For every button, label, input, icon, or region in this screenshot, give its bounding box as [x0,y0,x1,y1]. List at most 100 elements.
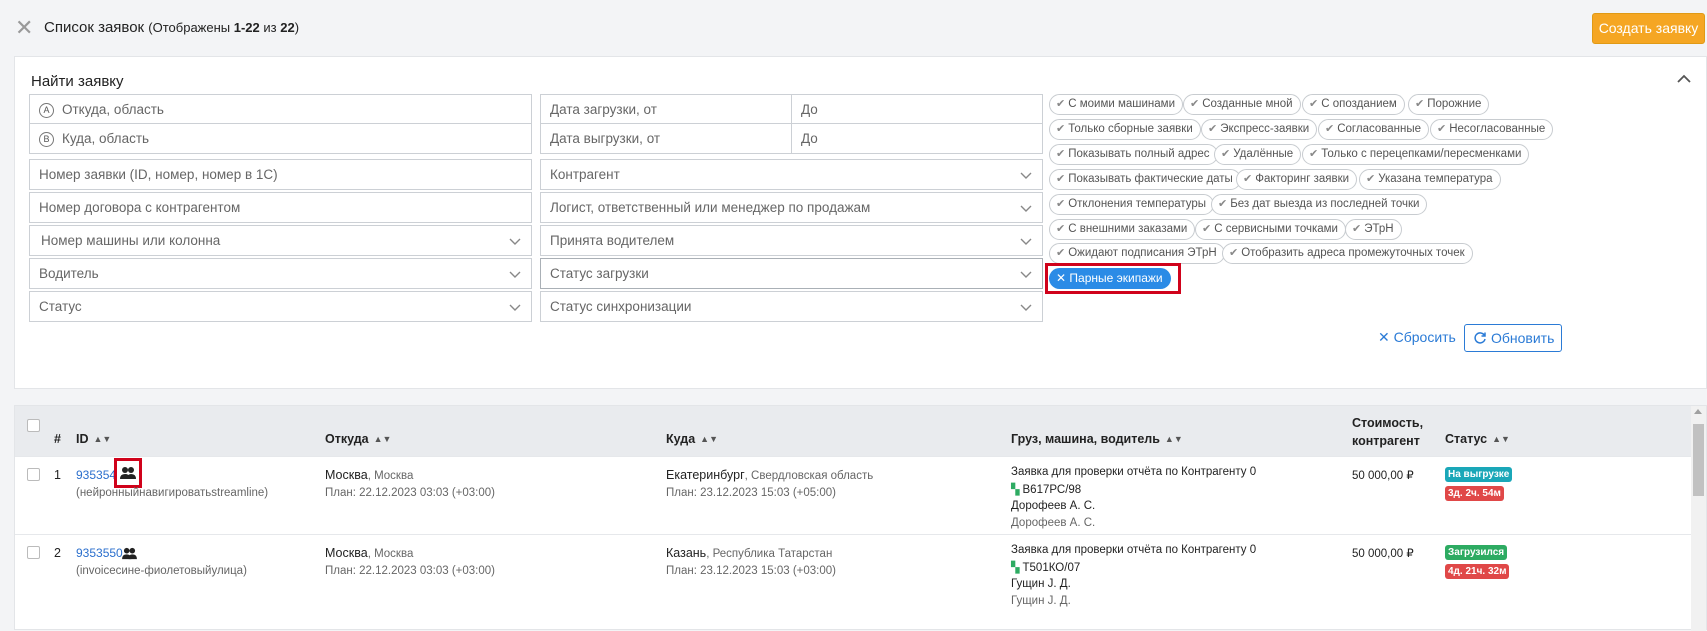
truck-icon: ▚ [1011,562,1023,574]
load-date-to-field[interactable]: До [791,94,1043,125]
order-id-link[interactable]: 9353550 [76,546,123,560]
accepted-by-driver-select[interactable]: Принята водителем [540,225,1043,256]
check-icon: ✔ [1352,223,1362,235]
col-from[interactable]: Откуда ▲▼ [325,432,391,446]
check-icon: ✔ [1056,198,1066,210]
check-icon: ✔ [1056,98,1066,110]
delay-badge: 3д. 2ч. 54м [1445,486,1504,501]
tag-full-address[interactable]: ✔ Показывать полный адрес [1049,144,1218,165]
close-icon[interactable]: ✕ [15,17,33,39]
reset-button[interactable]: ✕ Сбросить [1378,329,1456,346]
status-badge: На выгрузке [1445,467,1513,482]
from-placeholder: Откуда, область [62,102,164,117]
from-cell: Москва, Москва [325,546,414,560]
chevron-down-icon [1020,238,1032,245]
truck-icon: ▚ [1011,484,1023,496]
sync-status-select[interactable]: Статус синхронизации [540,291,1043,322]
tag-empty[interactable]: ✔ Порожние [1408,94,1490,115]
close-icon: ✕ [1056,271,1070,285]
tag-service-points[interactable]: ✔ С сервисными точками [1195,219,1346,240]
order-number-field[interactable]: Номер заявки (ID, номер, номер в 1С) [29,159,532,190]
contract-number-field[interactable]: Номер договора с контрагентом [29,192,532,223]
tag-temperature-deviation[interactable]: ✔ Отклонения температуры [1049,194,1215,215]
loading-status-label: Статус загрузки [550,266,649,281]
refresh-button[interactable]: Обновить [1464,324,1562,352]
tag-approved[interactable]: ✔ Согласованные [1318,119,1429,140]
driver-name-secondary: Гущин J. Д. [1011,595,1071,607]
tag-intermediate-addresses[interactable]: ✔ Отобразить адреса промежуточных точек [1222,243,1473,264]
chevron-up-icon[interactable] [1676,71,1692,87]
tag-awaiting-etrn[interactable]: ✔ Ожидают подписания ЭТрН [1049,243,1225,264]
sort-icon: ▲▼ [1492,434,1510,444]
col-status[interactable]: Статус ▲▼ [1445,432,1510,446]
tag-temperature[interactable]: ✔ Указана температура [1359,169,1501,190]
table-row[interactable]: 1 935354 (нейронныйнавигироватьstreamlin… [15,456,1693,541]
cargo-text: Заявка для проверки отчёта по Контрагент… [1011,544,1257,556]
load-date-from-field[interactable]: Дата загрузки, от [540,94,792,125]
col-id[interactable]: ID ▲▼ [76,432,111,446]
tag-not-approved[interactable]: ✔ Несогласованные [1430,119,1554,140]
tag-no-exit-dates[interactable]: ✔ Без дат выезда из последней точки [1211,194,1428,215]
paired-crew-icon [122,547,137,560]
tag-actual-dates[interactable]: ✔ Показывать фактические даты [1049,169,1241,190]
logist-select[interactable]: Логист, ответственный или менеджер по пр… [540,192,1043,223]
counterparty-select[interactable]: Контрагент [540,159,1043,190]
chevron-down-icon [509,238,521,245]
tag-factoring[interactable]: ✔ Факторинг заявки [1236,169,1358,190]
delay-badge: 4д. 21ч. 32м [1445,564,1510,579]
scrollbar[interactable] [1691,406,1706,631]
tag-deleted[interactable]: ✔ Удалённые [1214,144,1302,165]
vehicle-select[interactable]: Номер машины или колонна [29,225,532,256]
loading-status-select[interactable]: Статус загрузки [540,258,1043,289]
check-icon: ✔ [1309,98,1319,110]
chevron-down-icon [1020,205,1032,212]
tag-etrn[interactable]: ✔ ЭТрН [1345,219,1402,240]
cost-value: 50 000,00 ₽ [1352,470,1414,482]
select-all-checkbox[interactable] [27,419,40,432]
tag-trailer-swaps[interactable]: ✔ Только с перецепками/пересменками [1302,144,1530,165]
from-field[interactable]: A Откуда, область [29,94,532,125]
paired-crew-icon [120,467,136,479]
status-badge: Загрузился [1445,545,1508,560]
refresh-icon [1474,332,1486,344]
from-cell: Москва, Москва [325,468,414,482]
tag-express[interactable]: ✔ Экспресс-заявки [1201,119,1318,140]
page-header: ✕ Список заявок (Отображены 1-22 из 22) … [0,0,1707,56]
unload-date-from-field[interactable]: Дата выгрузки, от [540,123,792,154]
close-icon: ✕ [1378,329,1394,345]
order-id-link[interactable]: 935354 [76,468,116,482]
row-checkbox[interactable] [27,468,40,481]
tag-my-vehicles[interactable]: ✔ С моими машинами [1049,94,1183,115]
driver-select[interactable]: Водитель [29,258,532,289]
unload-date-to-field[interactable]: До [791,123,1043,154]
sort-icon: ▲▼ [700,434,718,444]
tag-created-by-me[interactable]: ✔ Созданные мной [1183,94,1301,115]
to-field[interactable]: B Куда, область [29,123,532,154]
order-subtitle: (invoiceсине-фиолетовыйулица) [76,565,247,577]
scroll-up-icon[interactable] [1694,409,1702,414]
chevron-down-icon [509,271,521,278]
counterparty-label: Контрагент [550,167,620,182]
check-icon: ✔ [1415,98,1425,110]
tag-late[interactable]: ✔ С опозданием [1302,94,1405,115]
check-icon: ✔ [1190,98,1200,110]
driver-label: Водитель [39,266,99,281]
to-plan: План: 23.12.2023 15:03 (+03:00) [666,565,836,577]
tag-consolidated[interactable]: ✔ Только сборные заявки [1049,119,1201,140]
create-order-button[interactable]: Создать заявку [1592,13,1705,44]
table-row[interactable]: 2 9353550 (invoiceсине-фиолетовыйулица) … [15,534,1693,619]
vehicle-cell: ▚ Т501КО/07 [1011,562,1081,574]
scrollbar-thumb[interactable] [1693,424,1704,496]
to-placeholder: Куда, область [62,131,150,146]
cargo-text: Заявка для проверки отчёта по Контрагент… [1011,466,1257,478]
point-a-icon: A [39,103,54,118]
to-plan: План: 23.12.2023 15:03 (+05:00) [666,487,836,499]
tag-external-orders[interactable]: ✔ С внешними заказами [1049,219,1196,240]
row-checkbox[interactable] [27,546,40,559]
col-cargo[interactable]: Груз, машина, водитель ▲▼ [1011,432,1183,446]
tag-paired-crews-active[interactable]: ✕ Парные экипажи [1049,268,1171,289]
col-to[interactable]: Куда ▲▼ [666,432,718,446]
status-select[interactable]: Статус [29,291,532,322]
check-icon: ✔ [1218,198,1228,210]
check-icon: ✔ [1437,123,1447,135]
